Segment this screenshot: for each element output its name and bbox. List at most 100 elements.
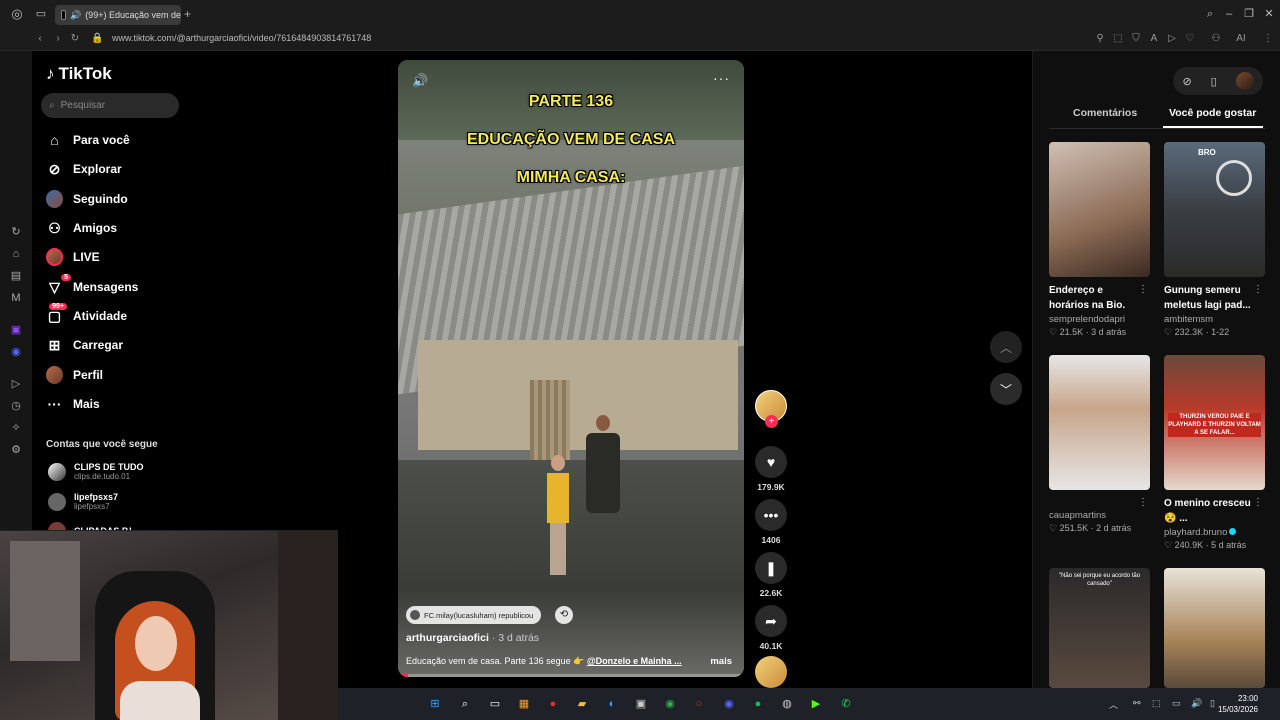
share-button[interactable]: ➦ [755,605,787,637]
windows-start-icon[interactable]: ⊞ [427,696,443,712]
previous-video-button[interactable]: ︿ [990,331,1022,363]
kick-icon[interactable]: ▶ [808,696,824,712]
opera-icon[interactable]: ○ [691,696,707,712]
battery-icon[interactable]: ▯ [1210,698,1215,709]
nav-mensagens[interactable]: ▽ 5 Mensagens [46,273,138,298]
mail-icon[interactable]: M [9,291,23,305]
sound-avatar[interactable] [755,656,787,688]
clock-icon[interactable]: ◷ [9,399,23,413]
recommended-video-card[interactable]: ⋮ Endereço e horários na Bio. semprelend… [1049,142,1150,338]
widgets-icon[interactable]: ▦ [516,696,532,712]
heart-icon[interactable]: ♡ [1184,33,1196,45]
device-icon[interactable]: ▯ [1211,75,1217,88]
tray-app-icon[interactable]: ⬚ [1152,698,1161,709]
nav-explorar[interactable]: ⊘ Explorar [46,158,122,180]
tab-comentarios[interactable]: Comentários [1073,107,1137,119]
task-view-icon[interactable]: ▭ [487,696,503,712]
recommended-video-card[interactable]: "Não sei porque eu acordo tão cansado" [1049,568,1150,688]
video-more-icon[interactable]: ··· [713,70,730,86]
new-tab-button[interactable]: + [184,7,191,21]
recommended-video-card[interactable] [1164,568,1265,688]
nav-para-voce[interactable]: ⌂ Para você [46,129,129,151]
nav-carregar[interactable]: ⊞ Carregar [46,334,123,356]
file-explorer-icon[interactable]: ▰ [574,696,590,712]
following-account[interactable]: lipefpsxs7 lipefpsxs7 [48,492,118,511]
menu-icon[interactable]: ⋮ [1262,33,1274,45]
recommended-video-card[interactable]: ⋮ cauapmartins ♡ 251.5K · 2 d atrás [1049,355,1150,534]
back-icon[interactable]: ‹ [34,33,46,45]
following-account[interactable]: CLIPS DE TUDO clips.de.tudo.01 [48,462,144,481]
history-icon[interactable]: ↻ [9,225,23,239]
edge-icon[interactable]: ◐ [604,696,620,712]
close-icon[interactable]: ✕ [1262,7,1276,21]
video-author[interactable]: arthurgarciaofici · 3 d atrás [406,632,539,644]
video-thumbnail[interactable]: "Não sei porque eu acordo tão cansado" [1049,568,1150,688]
obs-icon[interactable]: ◍ [779,696,795,712]
tab-overview-icon[interactable]: ▭ [34,7,48,21]
recommended-video-card[interactable]: THURZIN VEROU PAIE E PLAYHARD E THURZIN … [1164,355,1265,551]
minimize-icon[interactable]: – [1222,7,1236,21]
card-user[interactable]: playhard.bruno [1164,527,1265,538]
tray-chevron-icon[interactable]: ︿ [1109,698,1118,711]
url-field[interactable]: www.tiktok.com/@arthurgarciaofici/video/… [112,33,371,43]
browser-tab[interactable]: 🔊 (99+) Educação vem de [55,5,181,25]
play-icon[interactable]: ▷ [1166,33,1178,45]
notes-icon[interactable]: ▤ [9,269,23,283]
card-more-icon[interactable]: ⋮ [1138,284,1148,295]
account-icon[interactable]: ⚇ [1210,33,1222,45]
repost-chip[interactable]: FC.milay(lucasluham) republicou [406,606,542,624]
bag-icon[interactable]: ⌂ [9,247,23,261]
nav-mais[interactable]: ··· Mais [46,393,100,415]
whatsapp-icon[interactable]: ✆ [838,696,854,712]
author-name[interactable]: arthurgarciaofici [406,632,489,644]
forward-icon[interactable]: › [52,33,64,45]
tab-voce-pode-gostar[interactable]: Você pode gostar [1169,107,1256,119]
save-button[interactable]: ❚ [755,552,787,584]
nav-seguindo[interactable]: Seguindo [46,188,128,210]
nav-atividade[interactable]: ▢ 99+ Atividade [46,302,127,327]
recommended-video-card[interactable]: BRO ⋮ Gunung semeru meletus lagi pad... … [1164,142,1265,338]
browser-logo-icon[interactable]: ◎ [10,7,24,21]
app-icon[interactable]: ● [545,696,561,712]
video-thumbnail[interactable] [1049,355,1150,490]
video-thumbnail[interactable] [1164,568,1265,688]
settings-icon[interactable]: ⚙ [9,443,23,457]
card-user[interactable]: cauapmartins [1049,510,1150,521]
author-avatar[interactable]: + [755,390,787,428]
video-thumbnail[interactable]: BRO [1164,142,1265,277]
card-more-icon[interactable]: ⋮ [1138,497,1148,508]
video-thumbnail[interactable]: THURZIN VEROU PAIE E PLAYHARD E THURZIN … [1164,355,1265,490]
tray-app-icon[interactable]: ⚯ [1133,698,1141,709]
volume-icon[interactable]: 🔊 [412,73,428,89]
user-avatar[interactable] [1235,72,1254,90]
video-progress-bar[interactable] [398,674,744,677]
card-user[interactable]: semprelendodapri [1049,314,1150,325]
system-clock[interactable]: 23:00 15/03/2026 [1218,693,1258,715]
network-icon[interactable]: ▭ [1172,698,1181,709]
translate-icon[interactable]: A [1148,33,1160,45]
more-link[interactable]: mais [710,656,732,667]
repost-icon[interactable]: ⟲ [555,606,573,624]
nav-perfil[interactable]: Perfil [46,364,103,386]
store-icon[interactable]: ▣ [633,696,649,712]
search-icon[interactable]: ⌕ [1203,7,1217,21]
reload-icon[interactable]: ↻ [69,33,81,45]
like-button[interactable]: ♥ [755,446,787,478]
card-more-icon[interactable]: ⋮ [1253,284,1263,295]
search-icon[interactable]: ⌕ [457,696,473,712]
card-more-icon[interactable]: ⋮ [1253,497,1263,508]
shield-icon[interactable]: ⛉ [1130,33,1142,45]
twitch-icon[interactable]: ▣ [9,323,23,337]
compass-icon[interactable]: ⊘ [1182,75,1191,88]
spotify-icon[interactable]: ● [750,696,766,712]
ai-button[interactable]: AI [1233,33,1249,45]
card-user[interactable]: ambitemsm [1164,314,1265,325]
discord-icon[interactable]: ◉ [9,345,23,359]
next-video-button[interactable]: ﹀ [990,373,1022,405]
comment-button[interactable]: ••• [755,499,787,531]
player-icon[interactable]: ▷ [9,377,23,391]
nav-live[interactable]: LIVE [46,246,100,268]
pin-icon[interactable]: ⚲ [1094,33,1106,45]
tiktok-logo[interactable]: ♪ TikTok [46,64,112,84]
nav-amigos[interactable]: ⚇ Amigos [46,217,117,239]
